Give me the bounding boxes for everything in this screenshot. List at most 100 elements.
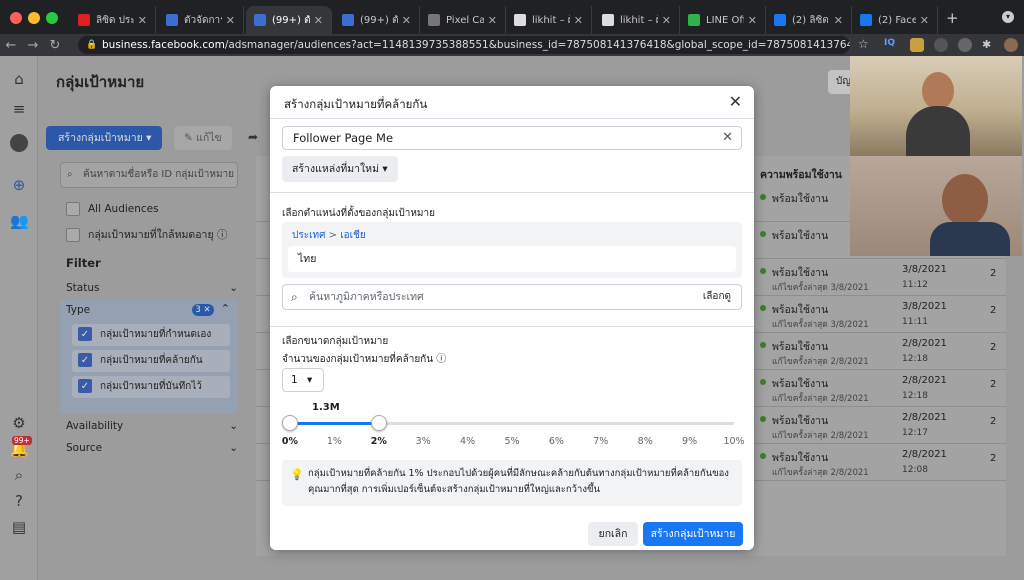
row-date: 2/8/2021	[902, 449, 947, 460]
crumb-region[interactable]: เอเชีย	[340, 230, 366, 241]
tab-close-icon[interactable]: ✕	[134, 14, 147, 27]
type-custom-checkbox[interactable]: ✓	[78, 327, 92, 341]
info-icon: ⓘ	[216, 229, 228, 241]
forward-icon[interactable]: →	[22, 38, 44, 53]
chevron-up-icon[interactable]: ⌃	[221, 302, 230, 315]
row-date: 3/8/2021	[902, 301, 947, 312]
close-window-button[interactable]	[10, 12, 22, 24]
profile-avatar[interactable]	[1004, 38, 1018, 52]
tab-close-icon[interactable]: ✕	[484, 14, 497, 27]
create-audience-button[interactable]: สร้างกลุ่มเป้าหมาย ▾	[46, 126, 162, 150]
extensions-puzzle-icon[interactable]: ✱	[982, 38, 996, 52]
new-tab-button[interactable]: +	[946, 9, 959, 27]
slider-start-handle[interactable]	[282, 415, 298, 431]
slider-tick-label: 0%	[281, 436, 299, 447]
settings-icon[interactable]: ⚙	[10, 414, 28, 432]
tab-close-icon[interactable]: ✕	[310, 14, 323, 27]
availability-filter[interactable]: Availability ⌄	[66, 420, 238, 432]
minimize-window-button[interactable]	[28, 12, 40, 24]
type-saved-checkbox[interactable]: ✓	[78, 379, 92, 393]
row-status: พร้อมใช้งาน	[772, 304, 829, 316]
browser-tab[interactable]: (2) Facebo✕	[852, 6, 938, 34]
slider-tick-label: 1%	[326, 436, 342, 447]
cancel-button[interactable]: ยกเลิก	[588, 522, 638, 546]
search-icon: ⌕	[291, 290, 298, 304]
expiring-audiences-checkbox[interactable]	[66, 228, 80, 242]
close-icon[interactable]: ✕	[729, 92, 742, 111]
home-icon[interactable]: ⌂	[10, 70, 28, 88]
browser-tab[interactable]: ตัวจัดการโฆ✕	[158, 6, 244, 34]
tab-close-icon[interactable]: ✕	[398, 14, 411, 27]
browse-link[interactable]: เลือกดู	[703, 285, 731, 309]
all-audiences-item[interactable]: All Audiences	[66, 202, 159, 216]
audience-name-value: Follower Page Me	[293, 131, 394, 145]
extension-code-icon[interactable]	[934, 38, 948, 52]
slider-end-handle[interactable]	[370, 415, 387, 431]
help-icon[interactable]: ?	[10, 492, 28, 510]
tab-close-icon[interactable]: ✕	[830, 14, 843, 27]
browser-tab[interactable]: likhit – ผู้จั✕	[594, 6, 680, 34]
create-audience-submit-button[interactable]: สร้างกลุ่มเป้าหมาย	[643, 522, 743, 546]
size-slider-track[interactable]	[290, 422, 734, 425]
add-circle-icon[interactable]: ⊕	[10, 176, 28, 194]
extension-iq-icon[interactable]: IQ	[884, 38, 898, 52]
menu-icon[interactable]: ≡	[10, 100, 28, 118]
browser-tab[interactable]: Pixel Caffe✕	[420, 6, 506, 34]
browser-tab[interactable]: (99+) ตัวจั✕	[334, 6, 420, 34]
extension-grid-icon[interactable]	[910, 38, 924, 52]
maximize-window-button[interactable]	[46, 12, 58, 24]
status-filter[interactable]: Status ⌄	[66, 282, 238, 294]
lightbulb-icon: 💡	[290, 468, 304, 481]
row-status: พร้อมใช้งาน	[772, 452, 829, 464]
row-count: 2	[990, 342, 997, 353]
search-icon[interactable]: ⌕	[10, 466, 28, 484]
tab-close-icon[interactable]: ✕	[744, 14, 757, 27]
browser-tab[interactable]: (99+) ตัวจั✕	[246, 6, 332, 34]
extension-dark-icon[interactable]	[958, 38, 972, 52]
edit-button[interactable]: ✎ แก้ไข	[174, 126, 232, 150]
share-icon[interactable]: ➦	[248, 130, 258, 144]
audience-name-input[interactable]: Follower Page Me ✕	[282, 126, 742, 150]
type-lookalike-checkbox[interactable]: ✓	[78, 353, 92, 367]
browser-tab[interactable]: LINE Offici✕	[680, 6, 766, 34]
type-item-custom[interactable]: ✓ กลุ่มเป้าหมายที่กำหนดเอง	[72, 324, 230, 346]
reload-icon[interactable]: ↻	[44, 38, 66, 53]
browser-tab[interactable]: likhit – ผู้จั✕	[506, 6, 592, 34]
clear-icon[interactable]: ✕	[722, 127, 733, 149]
chevron-down-icon: ⌄	[229, 420, 238, 432]
reports-icon[interactable]: ▤	[10, 518, 28, 536]
lookalike-count-select[interactable]: 1 ▾	[282, 368, 324, 392]
location-search-input[interactable]: ⌕ ค้นหาภูมิภาคหรือประเทศ เลือกดู	[282, 284, 742, 310]
status-dot	[760, 268, 766, 274]
row-time: 12:18	[902, 391, 928, 401]
crumb-country[interactable]: ประเทศ	[292, 230, 325, 241]
expiring-audiences-item[interactable]: กลุ่มเป้าหมายที่ใกล้หมดอายุ ⓘ	[66, 226, 227, 243]
tab-label: (2) ลิซิต ประ	[792, 14, 830, 26]
tab-label: likhit – ผู้จั	[532, 14, 570, 26]
account-avatar[interactable]	[10, 134, 28, 152]
type-item-saved[interactable]: ✓ กลุ่มเป้าหมายที่บันทึกไว้	[72, 376, 230, 398]
back-icon[interactable]: ←	[0, 38, 22, 53]
browser-tab[interactable]: ลิซิต ประกา✕	[70, 6, 156, 34]
selected-country-chip[interactable]: ไทย	[288, 246, 736, 272]
tab-label: (99+) ตัวจั	[360, 14, 398, 26]
type-count-badge[interactable]: 3 ✕	[192, 304, 214, 316]
source-filter-label: Source	[66, 442, 103, 454]
source-filter[interactable]: Source ⌄	[66, 442, 238, 454]
person-shirt	[930, 222, 1010, 256]
tab-close-icon[interactable]: ✕	[658, 14, 671, 27]
tab-close-icon[interactable]: ✕	[222, 14, 235, 27]
tab-close-icon[interactable]: ✕	[570, 14, 583, 27]
create-new-source-button[interactable]: สร้างแหล่งที่มาใหม่ ▾	[282, 156, 398, 182]
all-audiences-checkbox[interactable]	[66, 202, 80, 216]
tab-search-icon[interactable]: ▾	[1002, 11, 1014, 23]
audiences-icon[interactable]: 👥	[10, 212, 29, 230]
address-bar[interactable]: 🔒 business.facebook.com/adsmanager/audie…	[78, 36, 850, 54]
location-breadcrumb: ประเทศ > เอเชีย	[292, 228, 366, 243]
bookmark-star-icon[interactable]: ☆	[858, 37, 869, 51]
column-header-availability[interactable]: ความพร้อมใช้งาน	[760, 166, 842, 183]
audience-search-input[interactable]: ⌕ ค้นหาตามชื่อหรือ ID กลุ่มเป้าหมาย	[60, 162, 238, 188]
type-item-lookalike[interactable]: ✓ กลุ่มเป้าหมายที่คล้ายกัน	[72, 350, 230, 372]
tab-close-icon[interactable]: ✕	[916, 14, 929, 27]
browser-tab[interactable]: (2) ลิซิต ประ✕	[766, 6, 852, 34]
